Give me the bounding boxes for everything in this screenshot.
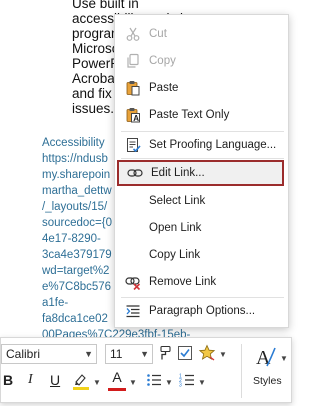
svg-text:3: 3 [179, 383, 182, 389]
chevron-down-icon[interactable]: ▼ [93, 378, 101, 387]
bold-button[interactable]: B [3, 372, 13, 388]
svg-text:A: A [133, 114, 139, 123]
menu-item-label: Copy [149, 55, 176, 67]
menu-item-label: Paragraph Options... [149, 305, 256, 317]
font-size-value: 11 [110, 347, 123, 361]
copy-icon [125, 53, 141, 69]
menu-item-label: Remove Link [149, 276, 217, 288]
font-size-box[interactable]: 11 ▼ [105, 344, 153, 364]
menu-item-label: Open Link [149, 222, 202, 234]
italic-button[interactable]: I [28, 372, 33, 388]
body-text-line: Use built in [72, 0, 139, 11]
proofing-language-icon [125, 137, 141, 153]
chevron-down-icon[interactable]: ▼ [198, 378, 206, 387]
toolbar-divider [241, 344, 242, 398]
menu-item-paste[interactable]: Paste [115, 75, 288, 101]
menu-item-label: Select Link [149, 195, 206, 207]
hyperlink-text-line[interactable]: a1fe- [42, 296, 68, 312]
menu-item-open-link[interactable]: Open Link [115, 215, 288, 241]
numbering-icon[interactable]: 123 [179, 372, 195, 391]
body-text-line: PowerP [72, 56, 120, 71]
hyperlink-text-line[interactable]: wd=target%2 [42, 264, 109, 280]
menu-item-select-link[interactable]: Select Link [115, 188, 288, 214]
hyperlink-text-line[interactable]: https://ndusb [42, 152, 108, 168]
paragraph-options-icon [125, 303, 141, 319]
menu-separator [121, 158, 284, 159]
chevron-down-icon[interactable]: ▼ [84, 345, 93, 363]
menu-item-label: Paste Text Only [149, 109, 230, 121]
chevron-down-icon[interactable]: ▼ [129, 378, 137, 387]
menu-item-label: Set Proofing Language... [149, 139, 277, 151]
font-color-letter: A [112, 369, 122, 385]
body-text-line: issues. [72, 101, 115, 116]
mini-toolbar: Calibri ▼ 11 ▼ ▼ B I U ▼ A ▼ ▼ 123 ▼ A ▼… [0, 337, 292, 403]
paste-text-only-icon: A [125, 107, 141, 123]
highlighter-icon[interactable] [72, 371, 90, 394]
menu-item-paragraph-options[interactable]: Paragraph Options... [115, 298, 288, 324]
menu-item-set-proofing-language[interactable]: Set Proofing Language... [115, 132, 288, 158]
hyperlink-text-line[interactable]: my.sharepoin [42, 168, 110, 184]
chevron-down-icon: ▼ [280, 354, 288, 363]
link-icon [127, 165, 143, 181]
body-text-line: and fix [72, 86, 112, 101]
underline-button[interactable]: U [50, 372, 60, 388]
chevron-down-icon[interactable]: ▼ [140, 345, 149, 363]
bullets-icon[interactable] [146, 372, 162, 391]
remove-link-icon [125, 274, 141, 291]
chevron-down-icon[interactable]: ▼ [165, 378, 173, 387]
font-name-value: Calibri [6, 347, 41, 361]
hyperlink-text-line[interactable]: 4e17-8290- [42, 232, 101, 248]
body-text-line: Microso [72, 41, 120, 56]
menu-item-copy-link[interactable]: Copy Link [115, 242, 288, 268]
styles-label: Styles [253, 375, 282, 387]
hyperlink-text-line[interactable]: Accessibility [42, 136, 105, 152]
hyperlink-text-line[interactable]: sourcedoc={0 [42, 216, 112, 232]
hyperlink-text-line[interactable]: 3ca4e379179 [42, 248, 112, 264]
format-painter-icon[interactable] [157, 345, 173, 364]
menu-item-label: Paste [149, 82, 179, 94]
scissors-icon [125, 26, 141, 42]
context-menu: Cut Copy Paste A Paste Text Only Set Pro… [114, 14, 289, 328]
svg-text:A: A [256, 347, 271, 369]
hyperlink-text-line[interactable]: e%7C8bc576 [42, 280, 111, 296]
menu-item-cut[interactable]: Cut [115, 21, 288, 47]
menu-item-remove-link[interactable]: Remove Link [115, 269, 288, 295]
paste-icon [125, 80, 141, 96]
menu-item-label: Cut [149, 28, 167, 40]
menu-item-copy[interactable]: Copy [115, 48, 288, 74]
styles-button[interactable]: A ▼ Styles [247, 342, 288, 400]
font-name-box[interactable]: Calibri ▼ [1, 344, 97, 364]
font-color-swatch [108, 388, 126, 391]
star-style-icon[interactable] [198, 344, 216, 365]
body-text-line: Acroba [72, 71, 115, 86]
hyperlink-text-line[interactable]: martha_dettw [42, 184, 112, 200]
checkbox-style-icon[interactable] [177, 345, 193, 364]
chevron-down-icon[interactable]: ▼ [219, 350, 227, 359]
hyperlink-text-line[interactable]: /_layouts/15/ [42, 200, 107, 216]
font-color-button[interactable]: A [108, 369, 126, 391]
styles-icon: A [255, 344, 277, 375]
menu-item-label: Copy Link [149, 249, 201, 261]
hyperlink-text-line[interactable]: fa8dca1ce02 [42, 312, 108, 328]
menu-item-edit-link[interactable]: Edit Link... [117, 160, 284, 186]
menu-item-paste-text-only[interactable]: A Paste Text Only [115, 102, 288, 128]
menu-item-label: Edit Link... [151, 167, 205, 179]
